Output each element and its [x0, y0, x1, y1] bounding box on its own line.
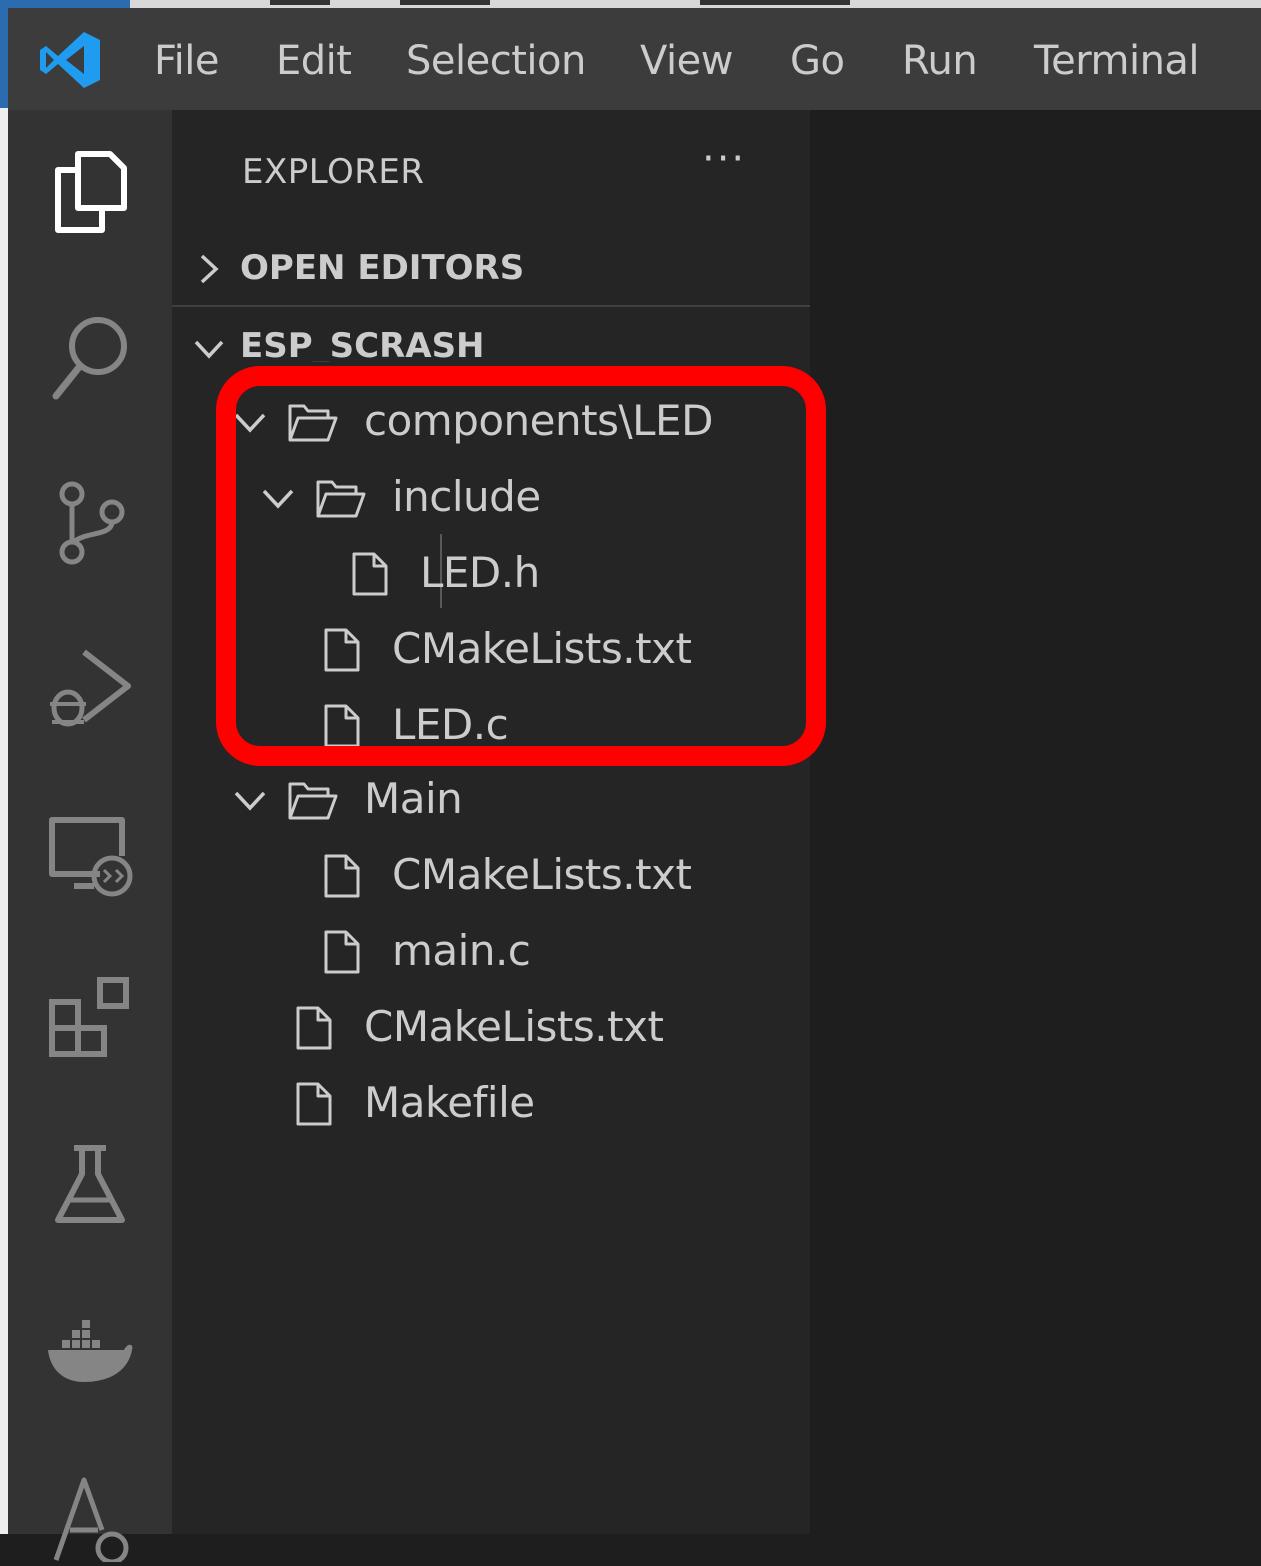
activity-bar — [8, 110, 172, 1565]
tree-item-file[interactable]: CMakeLists.txt — [172, 838, 810, 914]
tree-item-folder[interactable]: Main — [172, 762, 810, 838]
tree-item-label: Main — [364, 774, 463, 823]
editor-area[interactable] — [810, 110, 1261, 1534]
menu-view[interactable]: View — [640, 38, 733, 84]
open-editors-header[interactable]: OPEN EDITORS — [172, 234, 810, 304]
background-window-strip — [0, 0, 1261, 8]
tree-item-label: CMakeLists.txt — [364, 1002, 664, 1051]
folder-open-icon — [288, 782, 338, 820]
tree-item-label: CMakeLists.txt — [392, 850, 692, 899]
explorer-sidebar: EXPLORER ··· OPEN EDITORS ESP_SCRASH com… — [172, 110, 810, 1534]
file-icon — [296, 1082, 332, 1126]
menu-go[interactable]: Go — [790, 38, 845, 84]
menu-selection[interactable]: Selection — [406, 38, 586, 84]
file-icon — [324, 854, 360, 898]
file-icon — [296, 1006, 332, 1050]
explorer-title: EXPLORER — [242, 152, 425, 192]
chevron-down-icon — [194, 340, 224, 359]
tree-item-file[interactable]: CMakeLists.txt — [172, 990, 810, 1066]
open-editors-label: OPEN EDITORS — [240, 248, 525, 288]
menu-edit[interactable]: Edit — [276, 38, 352, 84]
background-window-edge — [0, 8, 8, 1534]
remote-explorer-icon[interactable] — [44, 810, 136, 902]
tree-item-file[interactable]: main.c — [172, 914, 810, 990]
tree-item-file[interactable]: Makefile — [172, 1066, 810, 1142]
more-actions-button[interactable]: ··· — [702, 136, 746, 182]
workspace-label: ESP_SCRASH — [240, 326, 485, 362]
extensions-icon[interactable] — [44, 972, 136, 1064]
chevron-down-icon — [234, 791, 266, 811]
docker-icon[interactable] — [44, 1306, 136, 1398]
tree-item-label: Makefile — [364, 1078, 535, 1127]
menu-terminal[interactable]: Terminal — [1034, 38, 1200, 84]
menu-file[interactable]: File — [154, 38, 219, 84]
explorer-icon[interactable] — [44, 146, 136, 238]
vscode-logo-icon — [38, 30, 102, 90]
workspace-header[interactable]: ESP_SCRASH — [172, 312, 810, 362]
menu-run[interactable]: Run — [902, 38, 978, 84]
title-bar: File Edit Selection View Go Run Terminal — [8, 8, 1261, 110]
testing-icon[interactable] — [44, 1140, 136, 1232]
annotation-highlight-box — [216, 366, 826, 766]
section-divider — [172, 305, 810, 307]
source-control-icon[interactable] — [44, 476, 136, 568]
file-icon — [324, 930, 360, 974]
run-debug-icon[interactable] — [44, 642, 136, 734]
chevron-right-icon — [200, 254, 219, 284]
esp-idf-icon[interactable] — [44, 1470, 136, 1565]
search-icon[interactable] — [44, 310, 136, 402]
tree-item-label: main.c — [392, 926, 531, 975]
